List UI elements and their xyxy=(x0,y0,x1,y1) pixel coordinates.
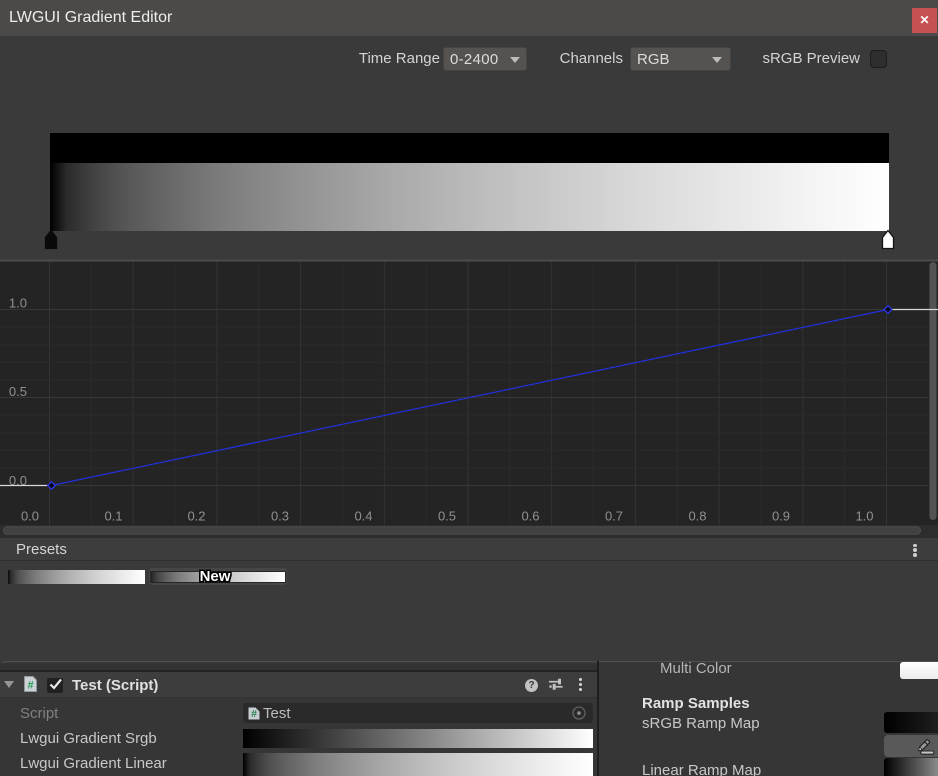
svg-text:0.8: 0.8 xyxy=(688,509,706,524)
svg-text:0.7: 0.7 xyxy=(605,509,623,524)
svg-text:1.0: 1.0 xyxy=(855,509,873,524)
svg-text:0.9: 0.9 xyxy=(772,509,790,524)
svg-text:0.4: 0.4 xyxy=(354,509,372,524)
svg-text:0.0: 0.0 xyxy=(21,509,39,524)
svg-text:0.5: 0.5 xyxy=(9,384,27,399)
svg-text:0.2: 0.2 xyxy=(187,509,205,524)
svg-text:#: # xyxy=(27,680,33,692)
svg-text:0.5: 0.5 xyxy=(438,509,456,524)
svg-text:0.6: 0.6 xyxy=(521,509,539,524)
svg-text:#: # xyxy=(251,708,257,720)
svg-text:0.3: 0.3 xyxy=(271,509,289,524)
svg-text:1.0: 1.0 xyxy=(9,296,27,311)
svg-text:0.1: 0.1 xyxy=(104,509,122,524)
